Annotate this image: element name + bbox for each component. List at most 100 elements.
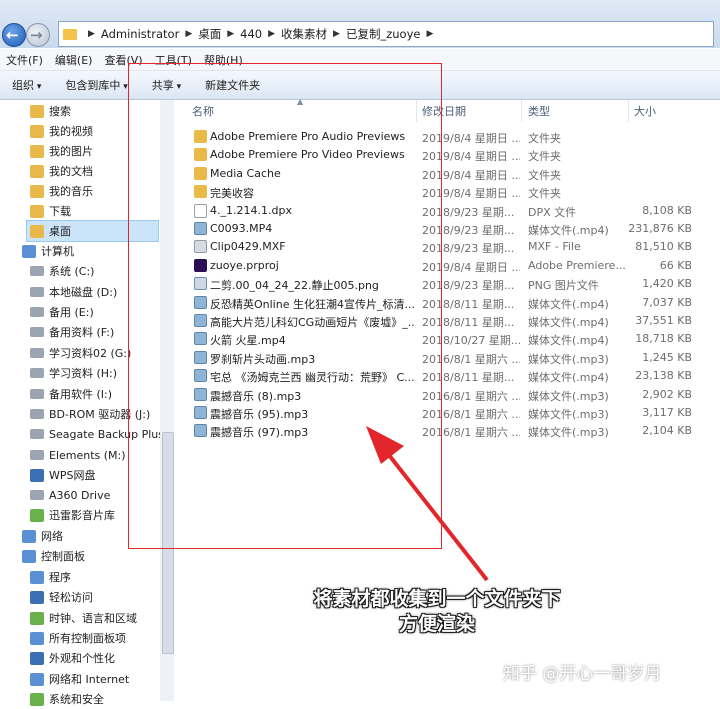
file-row[interactable]: 完美收容 2019/8/4 星期日 ... 文件夹 [190, 183, 718, 201]
chevron-right-icon[interactable]: ▶ [185, 29, 192, 39]
caption-line-1: 将素材都收集到一个文件夹下 [313, 588, 561, 610]
column-header-type[interactable]: 类型 [528, 100, 626, 122]
file-size: 3,117 KB [642, 406, 692, 419]
nav-item-seagate[interactable]: Seagate Backup Plus [30, 424, 164, 444]
column-divider[interactable] [628, 100, 629, 122]
nav-item-network[interactable]: 网络 [22, 526, 63, 546]
scrollbar-thumb[interactable] [162, 432, 174, 654]
nav-item-videos[interactable]: 我的视频 [30, 121, 93, 141]
column-divider[interactable] [416, 100, 417, 122]
file-row[interactable]: Adobe Premiere Pro Audio Previews 2019/8/… [190, 128, 718, 146]
nav-item-drive-d[interactable]: 本地磁盘 (D:) [30, 282, 117, 302]
caption-line-2: 方便渲染 [398, 613, 475, 635]
breadcrumb-item[interactable]: 收集素材 [281, 26, 327, 42]
nav-item-control-panel[interactable]: 控制面板 [22, 546, 85, 566]
control-panel-icon [22, 549, 36, 563]
file-size: 7,037 KB [642, 295, 692, 309]
folder-icon [30, 104, 44, 118]
menu-file[interactable]: 文件(F) [0, 52, 49, 68]
file-row[interactable]: Clip0429.MXF 2018/9/23 星期... MXF - File 81,… [190, 238, 718, 256]
breadcrumb-item[interactable]: Administrator [101, 27, 179, 41]
file-row[interactable]: 宅总 《汤姆克兰西 幽灵行动：荒野》 C... 2018/8/11 星期... 媒体… [190, 367, 718, 385]
file-row[interactable]: 震撼音乐 (97).mp3 2016/8/1 星期六 ... 媒体文件(.mp3) 2… [190, 422, 718, 440]
nav-item-desktop[interactable]: 桌面 [26, 220, 159, 242]
file-row[interactable]: C0093.MP4 2018/9/23 星期... 媒体文件(.mp4) 231,87… [190, 220, 718, 238]
include-in-library-button[interactable]: 包含到库中 [53, 77, 139, 93]
folder-icon [194, 185, 207, 199]
nav-item-all-control-panel[interactable]: 所有控制面板项 [30, 628, 126, 648]
file-row[interactable]: Media Cache 2019/8/4 星期日 ... 文件夹 [190, 165, 718, 183]
breadcrumb-item[interactable]: 桌面 [198, 26, 221, 42]
chevron-right-icon[interactable]: ▶ [268, 29, 275, 39]
menu-edit[interactable]: 编辑(E) [49, 52, 99, 68]
file-row[interactable]: 震撼音乐 (8).mp3 2016/8/1 星期六 ... 媒体文件(.mp3) 2,… [190, 386, 718, 404]
file-date: 2018/8/11 星期... [422, 297, 515, 311]
breadcrumb-item[interactable]: 已复制_zuoye [346, 26, 421, 42]
organize-button[interactable]: 组织 [0, 77, 53, 93]
nav-item-computer[interactable]: 计算机 [22, 241, 74, 261]
file-row[interactable]: 罗刹斩片头动画.mp3 2016/8/1 星期六 ... 媒体文件(.mp3) 1,2… [190, 349, 718, 367]
file-type: 媒体文件(.mp3) [528, 408, 609, 421]
file-row[interactable]: 火箭 火星.mp4 2018/10/27 星期... 媒体文件(.mp4) 18,71… [190, 330, 718, 348]
nav-item-music[interactable]: 我的音乐 [30, 181, 93, 201]
nav-item-ease-of-access[interactable]: 轻松访问 [30, 587, 93, 607]
folder-icon [194, 130, 207, 143]
menu-view[interactable]: 查看(V) [98, 52, 148, 68]
nav-item-drive-c[interactable]: 系统 (C:) [30, 261, 94, 281]
back-button[interactable]: ← [2, 23, 26, 47]
nav-item-network-internet[interactable]: 网络和 Internet [30, 669, 129, 689]
file-name: 震撼音乐 (97).mp3 [210, 426, 309, 440]
nav-item-a360[interactable]: A360 Drive [30, 485, 110, 505]
menu-help[interactable]: 帮助(H) [198, 52, 249, 68]
chevron-right-icon[interactable]: ▶ [333, 29, 340, 39]
share-button[interactable]: 共享 [140, 77, 193, 93]
nav-item-drive-g[interactable]: 学习资料02 (G:) [30, 343, 131, 363]
nav-item-search[interactable]: 搜索 [30, 101, 71, 121]
security-icon [30, 692, 44, 706]
nav-item-elements[interactable]: Elements (M:) [30, 445, 126, 465]
nav-scrollbar[interactable] [160, 100, 174, 701]
chevron-right-icon[interactable]: ▶ [426, 29, 433, 39]
address-box[interactable]: ▶ Administrator ▶ 桌面 ▶ 440 ▶ 收集素材 ▶ 已复制_… [58, 21, 714, 47]
nav-item-wps[interactable]: WPS网盘 [30, 465, 96, 485]
nav-item-clock-region[interactable]: 时钟、语言和区域 [30, 608, 137, 628]
appearance-icon [30, 651, 44, 665]
panel-icon [30, 631, 44, 645]
nav-item-appearance[interactable]: 外观和个性化 [30, 648, 115, 668]
nav-item-drive-f[interactable]: 备用资料 (F:) [30, 322, 114, 342]
file-date: 2019/8/4 星期日 ... [422, 187, 520, 201]
nav-item-drive-e[interactable]: 备用 (E:) [30, 302, 94, 322]
column-header-date[interactable]: 修改日期 [422, 100, 520, 122]
new-folder-button[interactable]: 新建文件夹 [193, 77, 272, 93]
breadcrumb-item[interactable]: 440 [240, 27, 262, 41]
file-row[interactable]: Adobe Premiere Pro Video Previews 2019/8/… [190, 146, 718, 164]
nav-item-pictures[interactable]: 我的图片 [30, 141, 93, 161]
program-icon [30, 570, 44, 584]
command-bar: 组织 包含到库中 共享 新建文件夹 [0, 71, 720, 100]
nav-item-drive-j[interactable]: BD-ROM 驱动器 (J:) [30, 404, 150, 424]
nav-item-drive-h[interactable]: 学习资料 (H:) [30, 363, 117, 383]
nav-item-documents[interactable]: 我的文档 [30, 161, 93, 181]
file-row[interactable]: 二剪.00_04_24_22.静止005.png 2018/9/23 星期... P… [190, 275, 718, 293]
file-row[interactable]: 高能大片范儿科幻CG动画短片《废墟》_... 2018/8/11 星期... 媒体文… [190, 312, 718, 330]
file-row[interactable]: 4._1.214.1.dpx 2018/9/23 星期... DPX 文件 8,108… [190, 202, 718, 220]
column-header-size[interactable]: 大小 [634, 100, 714, 122]
file-row[interactable]: 震撼音乐 (95).mp3 2016/8/1 星期六 ... 媒体文件(.mp3) 3… [190, 404, 718, 422]
nav-item-xunlei[interactable]: 迅雷影音片库 [30, 505, 115, 525]
column-divider[interactable] [521, 100, 522, 122]
forward-button[interactable]: → [26, 23, 50, 47]
folder-icon [30, 124, 44, 138]
menu-tools[interactable]: 工具(T) [149, 52, 198, 68]
column-header-name[interactable]: 名称 [192, 100, 416, 122]
file-type: 媒体文件(.mp4) [528, 371, 609, 385]
nav-item-downloads[interactable]: 下载 [30, 201, 71, 221]
chevron-right-icon: ▶ [88, 29, 95, 39]
file-row[interactable]: zuoye.prproj 2019/8/4 星期日 ... Adobe Premie… [190, 257, 718, 275]
chevron-right-icon[interactable]: ▶ [227, 29, 234, 39]
media-file-icon [194, 387, 207, 401]
nav-item-drive-i[interactable]: 备用软件 (I:) [30, 384, 112, 404]
file-type: 文件夹 [528, 168, 561, 182]
file-row[interactable]: 反恐精英Online 生化狂潮4宣传片_标清... 2018/8/11 星期...… [190, 294, 718, 312]
nav-item-system-security[interactable]: 系统和安全 [30, 689, 104, 709]
nav-item-programs[interactable]: 程序 [30, 567, 71, 587]
